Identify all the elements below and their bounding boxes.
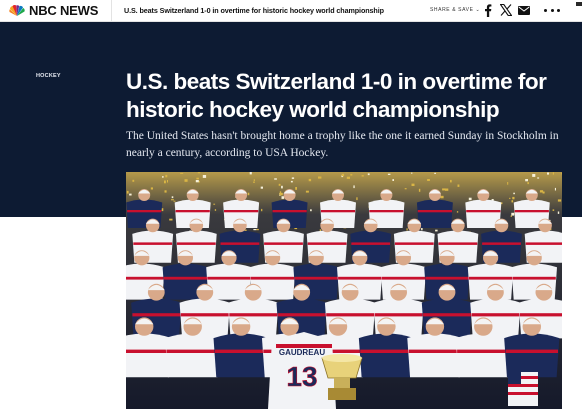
top-nav-bar: NBC NEWS U.S. beats Switzerland 1-0 in o… — [0, 0, 582, 22]
chevron-down-icon: ⌄ — [475, 7, 481, 13]
more-icon[interactable] — [544, 4, 560, 16]
brand-name: NBC NEWS — [29, 3, 99, 18]
lead-photo[interactable]: GAUDREAU 13 — [126, 172, 562, 409]
players-layer — [126, 189, 562, 378]
x-icon[interactable] — [499, 3, 513, 17]
section-label[interactable]: HOCKEY — [36, 73, 61, 79]
trophy — [321, 354, 363, 400]
jersey-number: 13 — [286, 361, 317, 392]
nav-divider — [111, 0, 112, 22]
share-save-label: SHARE & SAVE — [430, 7, 474, 13]
article-dek: The United States hasn't brought home a … — [126, 130, 559, 159]
edge-marker — [576, 2, 582, 6]
email-icon[interactable] — [517, 3, 531, 17]
nbc-news-logo[interactable]: NBC NEWS — [8, 4, 98, 18]
peacock-logo-icon — [9, 5, 25, 16]
nav-headline: U.S. beats Switzerland 1-0 in overtime f… — [124, 6, 384, 15]
jersey-name: GAUDREAU — [279, 348, 325, 357]
article-headline: U.S. beats Switzerland 1-0 in overtime f… — [126, 69, 547, 122]
share-save-button[interactable]: SHARE & SAVE ⌄ — [430, 7, 480, 13]
facebook-icon[interactable] — [481, 3, 495, 17]
flag — [508, 372, 538, 406]
team-celebration-image: GAUDREAU 13 — [126, 172, 562, 409]
